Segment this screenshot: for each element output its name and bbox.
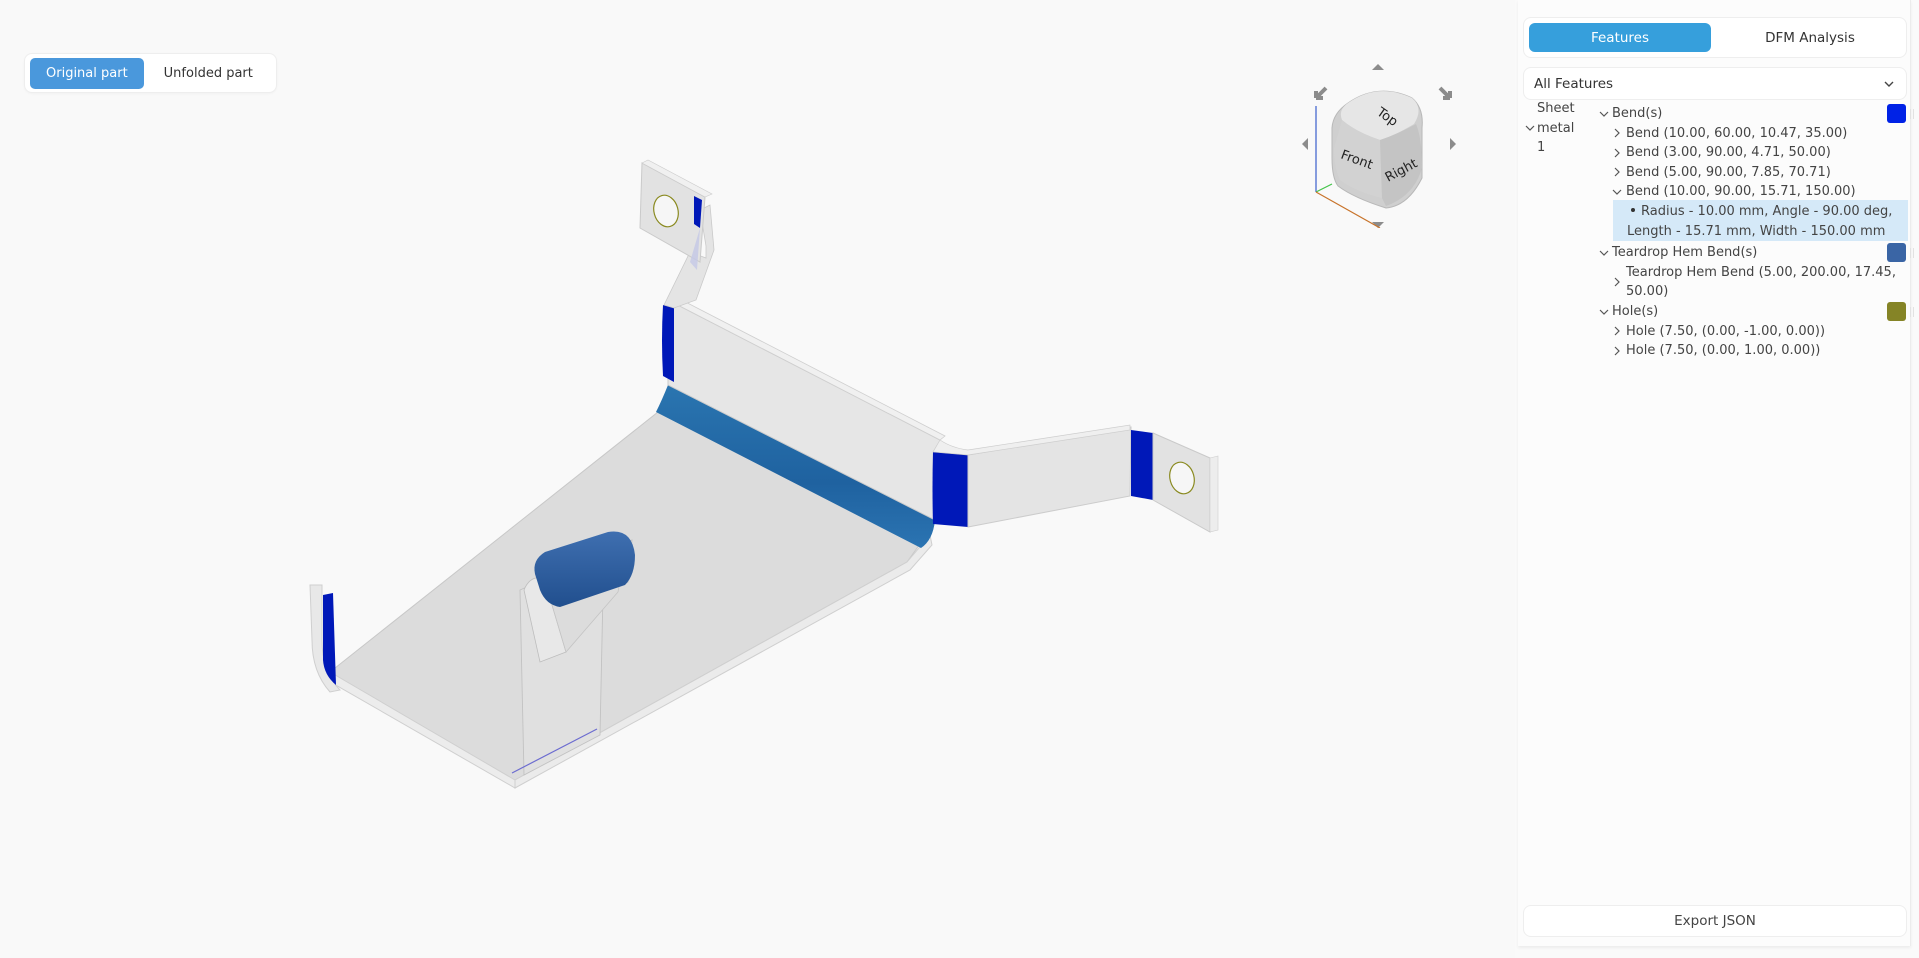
tree-group-bends[interactable]: Bend(s) [1598, 104, 1914, 124]
item-label: Bend (5.00, 90.00, 7.85, 70.71) [1626, 164, 1831, 180]
original-part-button[interactable]: Original part [30, 57, 144, 89]
sheet-metal-part-model[interactable] [0, 0, 1515, 958]
chevron-down-icon[interactable] [1598, 306, 1610, 318]
export-json-button[interactable]: Export JSON [1523, 905, 1907, 937]
tree-item-hole[interactable]: Hole (7.50, (0.00, -1.00, 0.00)) [1611, 322, 1825, 342]
chevron-down-icon[interactable] [1598, 247, 1610, 259]
item-label: Bend (3.00, 90.00, 4.71, 50.00) [1626, 145, 1831, 160]
chevron-down-icon[interactable] [1524, 122, 1536, 134]
rotate-left-arrow[interactable] [1302, 138, 1308, 150]
view-mode-toggle: Original part Unfolded part [24, 53, 277, 93]
feature-filter-value: All Features [1534, 75, 1614, 92]
bend-color-swatch[interactable] [1887, 104, 1914, 123]
tab-dfm-analysis[interactable]: DFM Analysis [1719, 23, 1901, 52]
chevron-right-icon[interactable] [1611, 325, 1623, 337]
group-label: Bend(s) [1612, 106, 1663, 121]
chevron-right-icon[interactable] [1611, 166, 1623, 178]
roll-left-arrow[interactable] [1314, 86, 1328, 100]
chevron-right-icon[interactable] [1611, 276, 1623, 288]
hole-color-swatch[interactable] [1887, 302, 1914, 321]
chevron-down-icon[interactable] [1611, 186, 1623, 198]
tree-group-holes[interactable]: Hole(s) [1598, 302, 1914, 322]
chevron-right-icon[interactable] [1611, 345, 1623, 357]
root-label-line-2: metal [1537, 120, 1575, 136]
unfolded-part-button[interactable]: Unfolded part [148, 58, 271, 89]
bend-detail-text: Radius - 10.00 mm, Angle - 90.00 deg, Le… [1627, 204, 1893, 239]
tree-root-sheet-metal-1[interactable]: Sheet metal 1 [1518, 99, 1598, 158]
tree-item-bend[interactable]: Bend (3.00, 90.00, 4.71, 50.00) [1611, 143, 1831, 163]
bullet-icon [1631, 208, 1635, 212]
item-label: Teardrop Hem Bend (5.00, 200.00, 17.45, … [1626, 264, 1896, 300]
chevron-down-icon[interactable] [1598, 108, 1610, 120]
tab-features[interactable]: Features [1529, 23, 1711, 52]
rotate-right-arrow[interactable] [1450, 138, 1456, 150]
side-panel: Features DFM Analysis All Features Sheet… [1515, 0, 1919, 958]
chevron-right-icon[interactable] [1611, 147, 1623, 159]
tree-item-bend[interactable]: Bend (10.00, 60.00, 10.47, 35.00) [1611, 124, 1847, 144]
bend-detail-text-container: Radius - 10.00 mm, Angle - 90.00 deg, Le… [1627, 202, 1907, 241]
wall-left-bend [662, 305, 674, 382]
group-label: Teardrop Hem Bend(s) [1612, 245, 1758, 260]
group-label: Hole(s) [1612, 304, 1659, 319]
item-label: Bend (10.00, 90.00, 15.71, 150.00) [1626, 184, 1856, 199]
feature-filter-select[interactable]: All Features [1523, 67, 1907, 100]
right-bend-upper [1131, 430, 1153, 500]
chevron-right-icon[interactable] [1611, 127, 1623, 139]
chevron-down-icon [1884, 81, 1894, 87]
tree-group-teardrop-hem-bends[interactable]: Teardrop Hem Bend(s) [1598, 243, 1914, 263]
item-label: Hole (7.50, (0.00, 1.00, 0.00)) [1626, 343, 1821, 358]
view-cube[interactable]: Top Front Right [1298, 58, 1468, 228]
3d-viewport[interactable]: Original part Unfolded part Top Front Ri… [0, 0, 1515, 958]
tree-item-bend-expanded[interactable]: Bend (10.00, 90.00, 15.71, 150.00) [1611, 182, 1856, 202]
panel-tabs: Features DFM Analysis [1523, 17, 1907, 58]
tree-item-bend[interactable]: Bend (5.00, 90.00, 7.85, 70.71) [1611, 163, 1831, 183]
roll-right-arrow[interactable] [1438, 86, 1452, 100]
right-bend-lower [932, 452, 968, 527]
root-label-line-3: 1 [1537, 140, 1546, 155]
root-label-line-1: Sheet [1537, 101, 1575, 116]
rotate-up-arrow[interactable] [1372, 64, 1384, 70]
item-label: Hole (7.50, (0.00, -1.00, 0.00)) [1626, 323, 1826, 339]
cube-body[interactable]: Top Front Right [1331, 90, 1423, 209]
tree-item-teardrop-hem-bend[interactable]: Teardrop Hem Bend (5.00, 200.00, 17.45, … [1611, 263, 1906, 302]
right-tab-edge [1209, 455, 1219, 533]
features-panel: Features DFM Analysis All Features Sheet… [1518, 0, 1914, 946]
item-label: Bend (10.00, 60.00, 10.47, 35.00) [1626, 125, 1848, 141]
teardrop-hem-color-swatch[interactable] [1887, 243, 1914, 262]
tree-item-hole[interactable]: Hole (7.50, (0.00, 1.00, 0.00)) [1611, 341, 1820, 361]
